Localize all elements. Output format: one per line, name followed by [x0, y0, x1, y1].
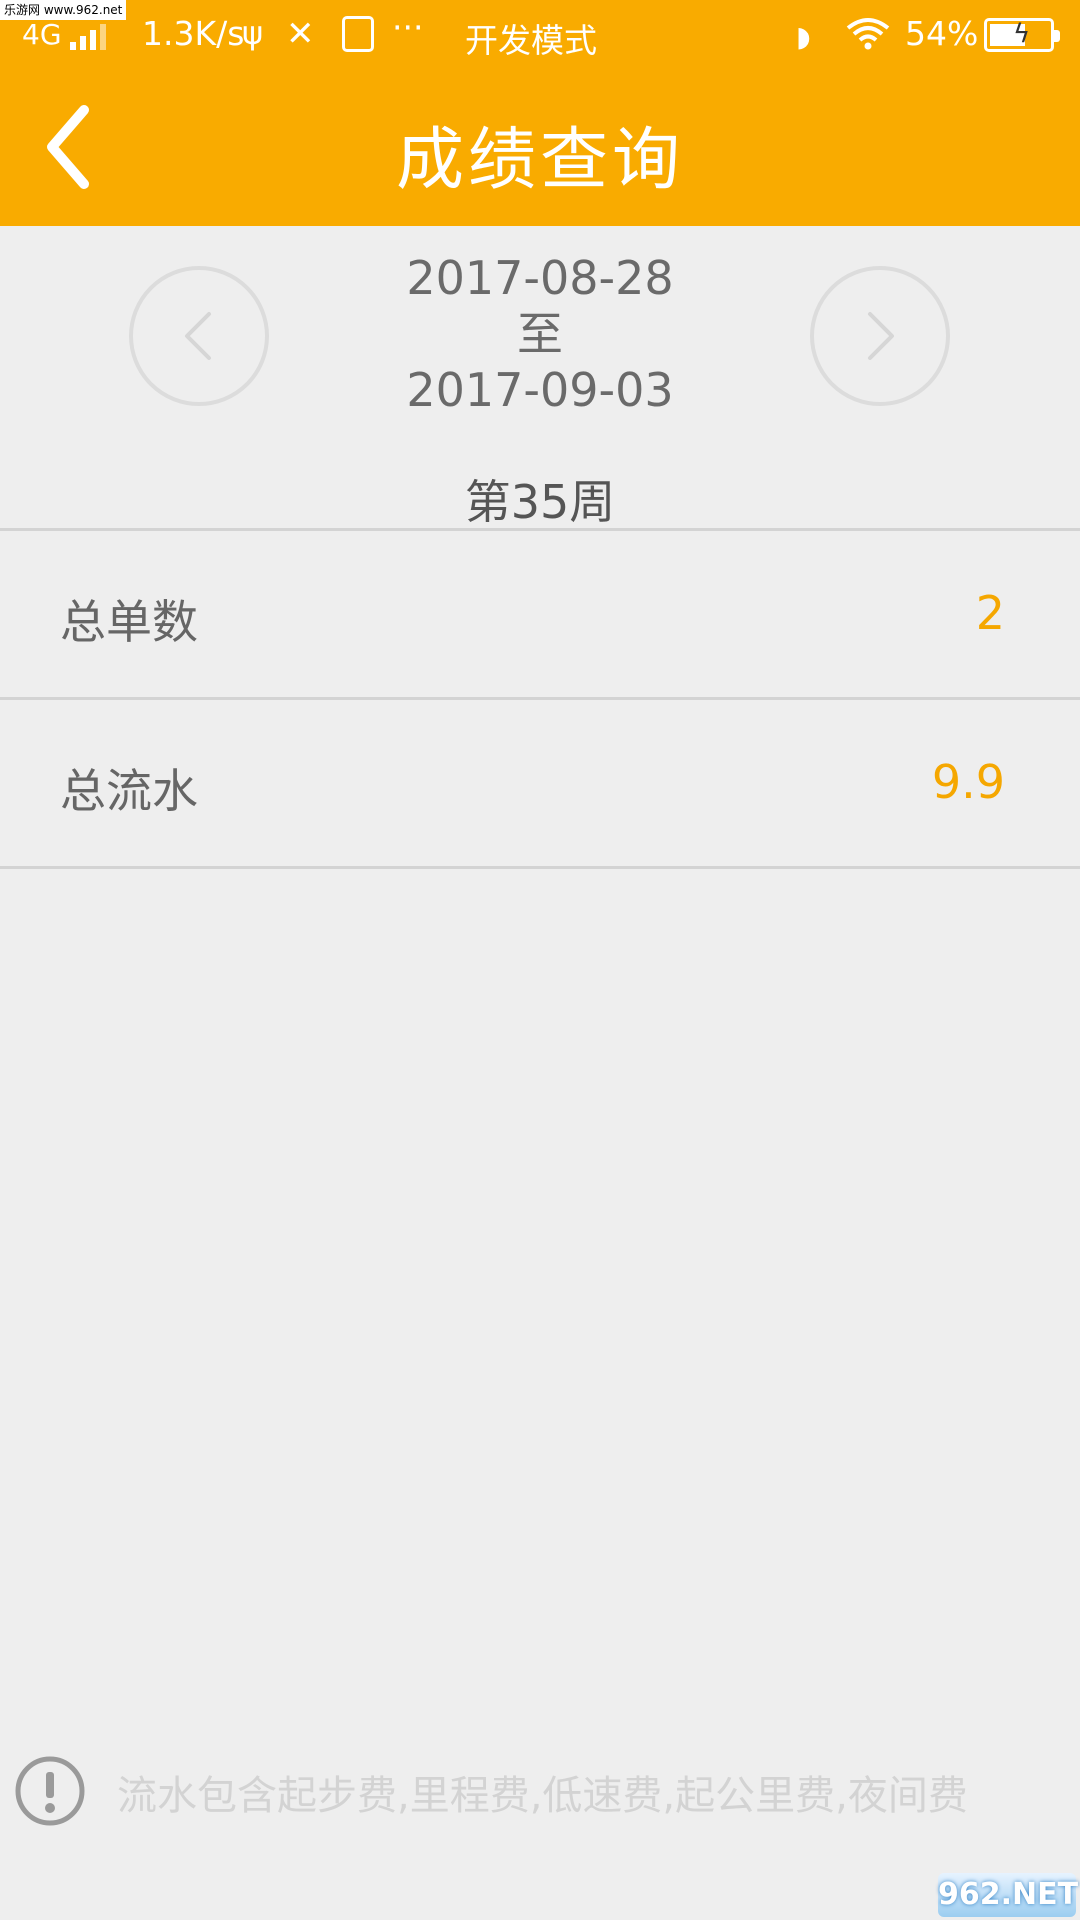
tools-icon: ✕ — [286, 14, 315, 54]
total-revenue-label: 总流水 — [60, 764, 198, 818]
revenue-note-text: 流水包含起步费,里程费,低速费,起公里费,夜间费 — [117, 1773, 968, 1819]
network-speed: 1.3K/s — [142, 14, 245, 53]
chevron-right-icon — [868, 312, 894, 360]
end-date: 2017-09-03 — [406, 363, 674, 417]
next-week-button[interactable] — [810, 266, 950, 406]
wifi-icon — [846, 18, 890, 50]
page-title: 成绩查询 — [395, 121, 684, 200]
week-selector: 2017-08-28 至 2017-09-03 第35周 — [0, 226, 1080, 530]
start-date: 2017-08-28 — [406, 251, 674, 305]
network-type: 4G — [22, 18, 62, 51]
total-revenue-value: 9.9 — [931, 755, 1005, 809]
status-bar: 乐游网 www.962.net 4G 1.3K/s ψ ✕ ··· 开发模式 ◗… — [0, 0, 1080, 70]
divider — [0, 866, 1080, 869]
date-range-separator: 至 — [517, 307, 563, 361]
total-orders-row: 总单数 2 — [0, 528, 1080, 696]
usb-icon: ψ — [242, 14, 264, 52]
moon-icon: ◗ — [796, 20, 811, 53]
more-notifications-icon: ··· — [392, 8, 424, 47]
revenue-note: 流水包含起步费,里程费,低速费,起公里费,夜间费 — [14, 1755, 1074, 1835]
app-header: 成绩查询 — [0, 70, 1080, 226]
previous-week-button[interactable] — [129, 266, 269, 406]
week-number: 第35周 — [464, 475, 616, 529]
total-revenue-row: 总流水 9.9 — [0, 697, 1080, 865]
watermark-bottom: 962.NET — [938, 1873, 1078, 1917]
battery-percent: 54% — [905, 14, 979, 53]
battery-icon: ϟ — [984, 18, 1060, 52]
watermark-top: 乐游网 www.962.net — [0, 0, 127, 20]
info-icon — [15, 1756, 85, 1826]
chevron-left-icon — [185, 312, 211, 360]
usb-debug-icon — [342, 16, 374, 52]
total-orders-label: 总单数 — [60, 595, 198, 649]
signal-icon — [70, 20, 120, 50]
total-orders-value: 2 — [975, 586, 1005, 640]
developer-mode-label: 开发模式 — [465, 21, 597, 60]
